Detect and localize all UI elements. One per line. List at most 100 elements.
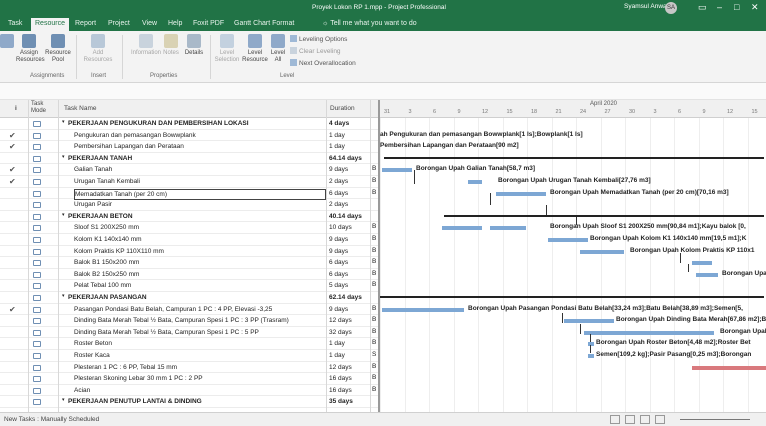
task-name-cell[interactable]: Roster Beton [74, 339, 326, 348]
task-row[interactable]: Balok B2 150x250 mm 6 days B [0, 269, 378, 281]
duration-cell[interactable]: 4 days [329, 119, 349, 128]
duration-cell[interactable]: 2 days [329, 200, 348, 209]
task-name-cell[interactable]: Plesteran 1 PC : 6 PP, Tebal 15 mm [74, 363, 326, 372]
tab-project[interactable]: Project [108, 20, 130, 27]
duration-cell[interactable]: 6 days [329, 189, 348, 198]
start-cell[interactable]: B [372, 177, 376, 184]
start-cell[interactable]: B [372, 270, 376, 277]
close-icon[interactable]: ✕ [751, 2, 759, 13]
team-planner-button[interactable] [0, 34, 14, 50]
task-name-cell[interactable]: Urugan Pasir [74, 200, 326, 209]
duration-cell[interactable]: 12 days [329, 363, 352, 372]
duration-cell[interactable]: 16 days [329, 386, 352, 395]
notes-button[interactable]: Notes [162, 34, 180, 57]
duration-column-header[interactable]: Duration [330, 105, 355, 112]
gantt-view-icon[interactable] [610, 415, 620, 424]
duration-cell[interactable]: 9 days [329, 305, 348, 314]
task-name-cell[interactable]: PEKERJAAN PENUTUP LANTAI & DINDING [68, 397, 330, 406]
summary-task-row[interactable]: PEKERJAAN PENUTUP LANTAI & DINDING ▾ 35 da… [0, 396, 378, 408]
task-name-cell[interactable]: PEKERJAAN BETON [68, 212, 330, 221]
start-cell[interactable]: B [372, 235, 376, 242]
task-name-cell[interactable]: Galian Tanah [74, 165, 326, 174]
next-overallocation-button[interactable]: Next Overallocation [290, 59, 356, 67]
task-bar[interactable] [490, 226, 526, 231]
duration-cell[interactable]: 35 days [329, 397, 353, 406]
task-row[interactable]: Plesteran Skoning Lebar 30 mm 1 PC : 2 P… [0, 373, 378, 385]
level-resource-button[interactable]: Level Resource [242, 34, 268, 64]
summary-task-row[interactable]: PEKERJAAN PASANGAN ▾ 62.14 days [0, 292, 378, 304]
tab-help[interactable]: Help [168, 20, 182, 27]
task-name-cell[interactable]: PEKERJAAN PASANGAN [68, 293, 330, 302]
task-name-cell[interactable]: Balok B2 150x250 mm [74, 270, 326, 279]
task-mode-column-header[interactable]: Task Mode [31, 101, 55, 115]
duration-cell[interactable]: 6 days [329, 270, 348, 279]
summary-task-row[interactable]: PEKERJAAN PENGUKURAN DAN PEMBERSIHAN LOK… [0, 118, 378, 130]
level-all-button[interactable]: Level All [270, 34, 286, 64]
avatar[interactable]: SA [665, 2, 677, 14]
task-bar[interactable] [588, 354, 594, 358]
task-bar[interactable] [588, 342, 594, 347]
duration-cell[interactable]: 5 days [329, 281, 348, 290]
start-cell[interactable]: B [372, 316, 376, 323]
duration-cell[interactable]: 1 day [329, 131, 345, 140]
details-button[interactable]: Details [182, 34, 206, 57]
duration-cell[interactable]: 1 day [329, 339, 345, 348]
collapse-caret-icon[interactable]: ▾ [62, 212, 65, 218]
task-row[interactable]: ✔ Galian Tanah 9 days B [0, 164, 378, 176]
duration-cell[interactable]: 9 days [329, 235, 348, 244]
task-name-cell[interactable]: Pembersihan Lapangan dan Perataan [74, 142, 326, 151]
task-name-cell[interactable]: Plesteran Skoning Lebar 30 mm 1 PC : 2 P… [74, 374, 326, 383]
task-name-cell[interactable]: Sloof S1 200X250 mm [74, 223, 326, 232]
task-bar[interactable] [468, 180, 482, 184]
tell-me-search[interactable]: ☼ Tell me what you want to do [322, 20, 417, 27]
task-name-cell[interactable]: PEKERJAAN TANAH [68, 154, 330, 163]
task-bar[interactable] [382, 307, 464, 312]
task-bar[interactable] [692, 365, 766, 370]
task-row[interactable]: Roster Beton 1 day B [0, 338, 378, 350]
start-cell[interactable]: B [372, 247, 376, 254]
information-button[interactable]: Information [130, 34, 162, 57]
task-bar[interactable] [580, 249, 624, 254]
task-row[interactable]: Acian 16 days B [0, 385, 378, 397]
start-cell[interactable]: S [372, 351, 376, 358]
duration-cell[interactable]: 64.14 days [329, 154, 362, 163]
task-bar[interactable] [692, 261, 712, 266]
assign-resources-button[interactable]: Assign Resources [16, 34, 45, 64]
task-bar[interactable] [442, 226, 482, 231]
task-row[interactable]: Pelat Tebal 100 mm 5 days B [0, 280, 378, 292]
task-usage-view-icon[interactable] [625, 415, 635, 424]
tab-view[interactable]: View [142, 20, 157, 27]
task-name-cell[interactable]: Roster Kaca [74, 351, 326, 360]
task-bar[interactable] [548, 238, 588, 242]
task-bar[interactable] [382, 168, 412, 173]
task-name-cell[interactable]: Kolom K1 140x140 mm [74, 235, 326, 244]
task-name-cell[interactable]: Kolom Praktis KP 110X110 mm [74, 247, 326, 256]
tab-task[interactable]: Task [8, 20, 22, 27]
task-name-cell[interactable]: Urugan Tanah Kembali [74, 177, 326, 186]
task-row[interactable]: Sloof S1 200X250 mm 10 days B [0, 222, 378, 234]
start-cell[interactable]: B [372, 339, 376, 346]
tab-resource[interactable]: Resource [31, 18, 69, 31]
duration-cell[interactable]: 32 days [329, 328, 352, 337]
task-name-column-header[interactable]: Task Name [64, 105, 97, 112]
tab-report[interactable]: Report [75, 20, 96, 27]
task-row[interactable]: Urugan Pasir 2 days [0, 199, 378, 211]
task-row[interactable]: ✔ Urugan Tanah Kembali 2 days B [0, 176, 378, 188]
duration-cell[interactable]: 10 days [329, 223, 352, 232]
task-row[interactable]: Roster Kaca 1 day S [0, 350, 378, 362]
resource-pool-button[interactable]: Resource Pool [44, 34, 72, 64]
summary-task-row[interactable]: PEKERJAAN BETON ▾ 40.14 days [0, 211, 378, 223]
task-row[interactable]: Dinding Bata Merah Tebal ½ Bata, Campura… [0, 327, 378, 339]
task-bar[interactable] [496, 191, 546, 196]
summary-bar[interactable] [380, 296, 764, 298]
start-cell[interactable]: B [372, 386, 376, 393]
start-cell[interactable]: B [372, 328, 376, 335]
collapse-caret-icon[interactable]: ▾ [62, 397, 65, 403]
ribbon-display-icon[interactable]: ▭ [698, 2, 707, 13]
start-cell[interactable]: B [372, 189, 376, 196]
clear-leveling-button[interactable]: Clear Leveling [290, 47, 341, 55]
duration-cell[interactable]: 9 days [329, 165, 348, 174]
task-name-cell[interactable]: Pasangan Pondasi Batu Belah, Campuran 1 … [74, 305, 326, 314]
user-name[interactable]: Syamsul Anwar [624, 3, 669, 10]
task-name-cell[interactable]: PEKERJAAN PENGUKURAN DAN PEMBERSIHAN LOK… [68, 119, 330, 128]
